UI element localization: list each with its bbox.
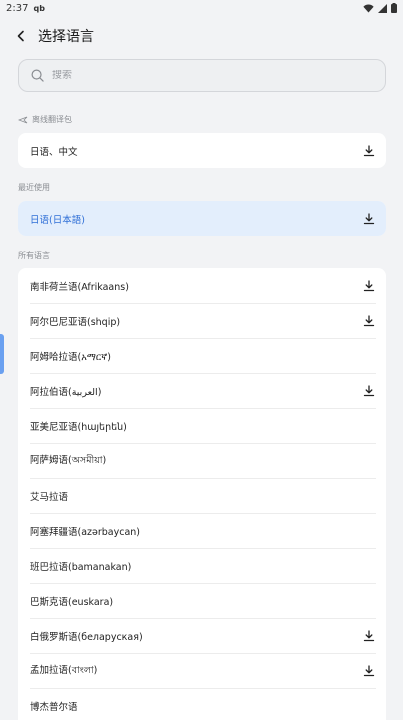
recent-card: 日语(日本語) bbox=[18, 201, 386, 236]
language-label: 阿姆哈拉语(አማርኛ) bbox=[30, 351, 111, 363]
status-icons bbox=[363, 3, 397, 13]
language-row[interactable]: 艾马拉语 bbox=[18, 478, 386, 513]
language-label: 艾马拉语 bbox=[30, 491, 69, 503]
section-recent-text: 最近使用 bbox=[18, 183, 50, 192]
edge-scroll-indicator[interactable] bbox=[0, 334, 4, 374]
wifi-icon bbox=[363, 4, 374, 13]
search-icon bbox=[31, 69, 44, 82]
download-icon[interactable] bbox=[362, 314, 376, 328]
language-label: 阿塞拜疆语(azərbaycan) bbox=[30, 526, 141, 538]
language-label: 班巴拉语(bamanakan) bbox=[30, 561, 132, 573]
language-row[interactable]: 阿姆哈拉语(አማርኛ) bbox=[18, 338, 386, 373]
section-recent-label: 最近使用 bbox=[18, 182, 50, 193]
page-title: 选择语言 bbox=[38, 29, 94, 45]
language-row[interactable]: 巴斯克语(euskara) bbox=[18, 583, 386, 618]
download-icon[interactable] bbox=[362, 629, 376, 643]
signal-icon bbox=[378, 3, 387, 13]
language-label: 巴斯克语(euskara) bbox=[30, 596, 114, 608]
status-time: 2:37 bbox=[6, 2, 29, 14]
offline-card: 日语、中文 bbox=[18, 133, 386, 168]
language-label: 阿萨姆语(অসমীয়া) bbox=[30, 455, 107, 466]
section-all-text: 所有语言 bbox=[18, 251, 50, 260]
chevron-left-icon bbox=[17, 30, 24, 42]
airplane-icon bbox=[18, 116, 28, 123]
language-row[interactable]: 博杰普尔语 bbox=[18, 688, 386, 720]
language-label: 博杰普尔语 bbox=[30, 701, 78, 713]
language-row[interactable]: 阿萨姆语(অসমীয়া) bbox=[18, 443, 386, 478]
download-icon[interactable] bbox=[362, 384, 376, 398]
download-icon[interactable] bbox=[362, 144, 376, 158]
battery-icon bbox=[391, 3, 397, 13]
recent-item-selected[interactable]: 日语(日本語) bbox=[18, 201, 386, 236]
search-input[interactable] bbox=[52, 70, 352, 81]
section-offline-label: 离线翻译包 bbox=[18, 114, 72, 125]
section-offline-text: 离线翻译包 bbox=[32, 115, 72, 124]
notification-app-icon: qb bbox=[33, 3, 45, 13]
section-all-label: 所有语言 bbox=[18, 250, 50, 261]
language-row[interactable]: 亚美尼亚语(հայերեն) bbox=[18, 408, 386, 443]
back-button[interactable] bbox=[4, 19, 38, 53]
download-icon[interactable] bbox=[362, 279, 376, 293]
all-languages-list: 南非荷兰语(Afrikaans) 阿尔巴尼亚语(shqip) 阿姆哈拉语(አማርኛ)… bbox=[18, 268, 386, 720]
language-label: 阿尔巴尼亚语(shqip) bbox=[30, 316, 121, 328]
language-row[interactable]: 孟加拉语(বাংলা) bbox=[18, 653, 386, 688]
language-row[interactable]: 南非荷兰语(Afrikaans) bbox=[18, 268, 386, 303]
language-row[interactable]: 白俄罗斯语(беларуская) bbox=[18, 618, 386, 653]
language-label: 亚美尼亚语(հայերեն) bbox=[30, 421, 127, 433]
language-label: 日语、中文 bbox=[30, 146, 78, 158]
language-label: 白俄罗斯语(беларуская) bbox=[30, 631, 143, 643]
offline-item[interactable]: 日语、中文 bbox=[18, 133, 386, 168]
language-row[interactable]: 阿尔巴尼亚语(shqip) bbox=[18, 303, 386, 338]
language-label: 孟加拉语(বাংলা) bbox=[30, 665, 98, 676]
search-box[interactable] bbox=[18, 59, 386, 92]
language-row[interactable]: 班巴拉语(bamanakan) bbox=[18, 548, 386, 583]
language-row[interactable]: 阿拉伯语(العربية) bbox=[18, 373, 386, 408]
language-label: 日语(日本語) bbox=[30, 214, 85, 226]
app-header: 选择语言 bbox=[0, 18, 403, 54]
status-bar: 2:37 qb bbox=[0, 0, 403, 16]
download-icon[interactable] bbox=[362, 664, 376, 678]
language-label: 南非荷兰语(Afrikaans) bbox=[30, 281, 129, 293]
download-icon[interactable] bbox=[362, 212, 376, 226]
language-label: 阿拉伯语(العربية) bbox=[30, 386, 102, 398]
language-row[interactable]: 阿塞拜疆语(azərbaycan) bbox=[18, 513, 386, 548]
